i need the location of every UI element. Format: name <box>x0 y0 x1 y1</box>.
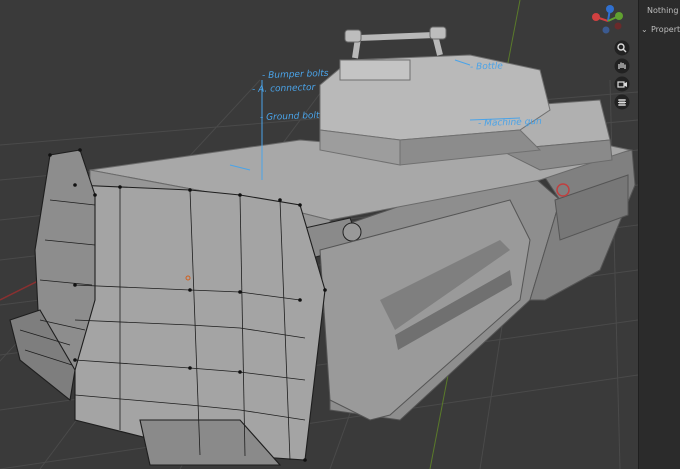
annotation-bottle: - Bottle <box>469 61 504 73</box>
chevron-down-icon[interactable]: ⌄ <box>641 25 651 34</box>
properties-label: Propertie <box>651 25 680 34</box>
properties-header[interactable]: ⌄Propertie <box>641 25 680 34</box>
nothing-selected-label: Nothing sele <box>647 6 680 15</box>
grid-icon[interactable] <box>612 94 632 110</box>
properties-side-panel[interactable]: Nothing sele ⌄Propertie <box>638 0 680 469</box>
3d-viewport[interactable]: - Bumper bolts - A. connector - Ground b… <box>0 0 638 469</box>
annotation-ground-bolt: - Ground bolt <box>259 110 320 124</box>
camera-icon[interactable] <box>612 76 632 92</box>
axis-gizmo-icon[interactable] <box>586 4 630 38</box>
hand-icon[interactable] <box>612 58 632 74</box>
zoom-icon[interactable] <box>612 40 632 56</box>
